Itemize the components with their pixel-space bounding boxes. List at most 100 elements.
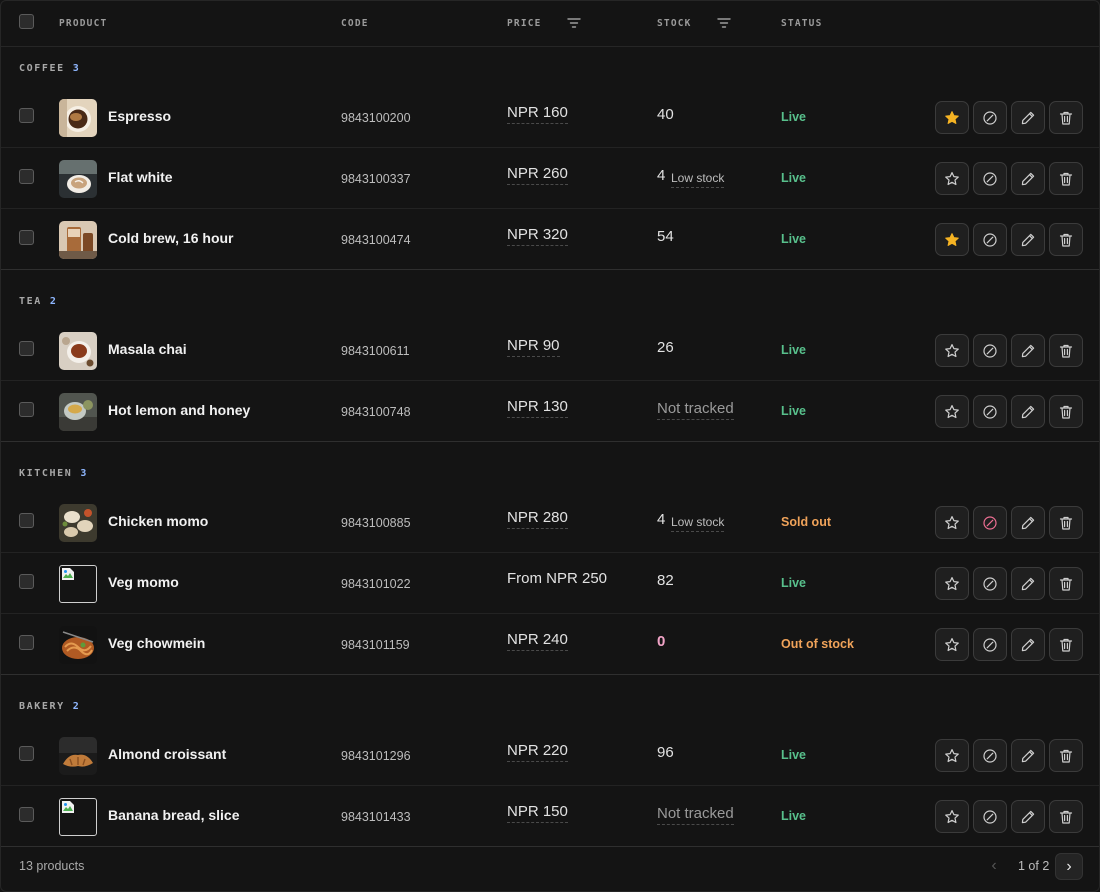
table-row[interactable]: Chicken momo 9843100885 NPR 280 4 Low st…	[1, 492, 1099, 553]
product-price[interactable]: NPR 150	[507, 803, 568, 823]
edit-button[interactable]	[1011, 800, 1045, 833]
edit-button[interactable]	[1011, 506, 1045, 539]
mark-unavailable-button[interactable]	[973, 739, 1007, 772]
product-stock[interactable]: 4	[657, 167, 665, 184]
product-name[interactable]: Almond croissant	[108, 746, 226, 762]
product-stock[interactable]: 96	[657, 744, 674, 761]
mark-unavailable-button[interactable]	[973, 223, 1007, 256]
star-button[interactable]	[935, 800, 969, 833]
edit-button[interactable]	[1011, 628, 1045, 661]
product-price[interactable]: NPR 220	[507, 742, 568, 762]
table-row[interactable]: Veg momo 9843101022 From NPR 250 82 Live	[1, 553, 1099, 614]
mark-unavailable-button[interactable]	[973, 800, 1007, 833]
star-button[interactable]	[935, 628, 969, 661]
product-price[interactable]: NPR 90	[507, 337, 560, 357]
star-button[interactable]	[935, 223, 969, 256]
column-header-price[interactable]: PRICE	[507, 18, 542, 29]
star-button[interactable]	[935, 506, 969, 539]
delete-button[interactable]	[1049, 628, 1083, 661]
row-checkbox-espresso[interactable]	[19, 108, 34, 123]
mark-unavailable-button[interactable]	[973, 395, 1007, 428]
delete-button[interactable]	[1049, 567, 1083, 600]
column-header-status[interactable]: STATUS	[781, 18, 823, 29]
price-filter-icon[interactable]	[567, 17, 581, 29]
edit-button[interactable]	[1011, 162, 1045, 195]
table-row[interactable]: Veg chowmein 9843101159 NPR 240 0 Out of…	[1, 614, 1099, 675]
product-stock[interactable]: Not tracked	[657, 400, 734, 420]
row-checkbox-veg-chowmein[interactable]	[19, 635, 34, 650]
product-name[interactable]: Banana bread, slice	[108, 807, 240, 823]
star-button[interactable]	[935, 334, 969, 367]
product-stock[interactable]: 54	[657, 228, 674, 245]
mark-unavailable-button[interactable]	[973, 334, 1007, 367]
product-stock[interactable]: Not tracked	[657, 805, 734, 825]
product-stock[interactable]: 4	[657, 511, 665, 528]
product-price[interactable]: NPR 260	[507, 165, 568, 185]
delete-button[interactable]	[1049, 223, 1083, 256]
product-name[interactable]: Veg chowmein	[108, 635, 205, 651]
row-checkbox-flat-white[interactable]	[19, 169, 34, 184]
product-stock[interactable]: 26	[657, 339, 674, 356]
product-price[interactable]: NPR 240	[507, 631, 568, 651]
star-button[interactable]	[935, 739, 969, 772]
delete-button[interactable]	[1049, 334, 1083, 367]
stock-filter-icon[interactable]	[717, 17, 731, 29]
row-checkbox-masala-chai[interactable]	[19, 341, 34, 356]
column-header-code[interactable]: CODE	[341, 18, 369, 29]
delete-button[interactable]	[1049, 506, 1083, 539]
product-stock[interactable]: 82	[657, 572, 674, 589]
product-name[interactable]: Cold brew, 16 hour	[108, 230, 234, 246]
product-name[interactable]: Hot lemon and honey	[108, 402, 250, 418]
row-checkbox-almond-croissant[interactable]	[19, 746, 34, 761]
product-name[interactable]: Veg momo	[108, 574, 179, 590]
edit-button[interactable]	[1011, 395, 1045, 428]
edit-button[interactable]	[1011, 334, 1045, 367]
row-checkbox-banana-bread-slice[interactable]	[19, 807, 34, 822]
select-all-checkbox[interactable]	[19, 14, 34, 29]
product-price[interactable]: NPR 280	[507, 509, 568, 529]
product-stock[interactable]: 40	[657, 106, 674, 123]
mark-unavailable-button[interactable]	[973, 101, 1007, 134]
trash-icon	[1059, 172, 1073, 186]
delete-button[interactable]	[1049, 395, 1083, 428]
star-button[interactable]	[935, 395, 969, 428]
delete-button[interactable]	[1049, 739, 1083, 772]
edit-button[interactable]	[1011, 101, 1045, 134]
product-name[interactable]: Masala chai	[108, 341, 187, 357]
table-row[interactable]: Espresso 9843100200 NPR 160 40 Live	[1, 87, 1099, 148]
product-stock[interactable]: 0	[657, 633, 665, 650]
row-checkbox-cold-brew-16-hour[interactable]	[19, 230, 34, 245]
previous-page-button[interactable]: ‹	[983, 854, 1005, 878]
table-row[interactable]: Masala chai 9843100611 NPR 90 26 Live	[1, 320, 1099, 381]
product-name[interactable]: Chicken momo	[108, 513, 208, 529]
row-checkbox-veg-momo[interactable]	[19, 574, 34, 589]
table-row[interactable]: Almond croissant 9843101296 NPR 220 96 L…	[1, 725, 1099, 786]
product-price[interactable]: NPR 160	[507, 104, 568, 124]
table-row[interactable]: Flat white 9843100337 NPR 260 4 Low stoc…	[1, 148, 1099, 209]
star-button[interactable]	[935, 567, 969, 600]
column-header-product[interactable]: PRODUCT	[59, 18, 107, 29]
product-name[interactable]: Espresso	[108, 108, 171, 124]
mark-unavailable-button[interactable]	[973, 567, 1007, 600]
mark-unavailable-button[interactable]	[973, 162, 1007, 195]
product-name[interactable]: Flat white	[108, 169, 173, 185]
table-row[interactable]: Hot lemon and honey 9843100748 NPR 130 N…	[1, 381, 1099, 442]
star-button[interactable]	[935, 101, 969, 134]
edit-button[interactable]	[1011, 223, 1045, 256]
product-price[interactable]: NPR 130	[507, 398, 568, 418]
row-checkbox-chicken-momo[interactable]	[19, 513, 34, 528]
mark-unavailable-button[interactable]	[973, 506, 1007, 539]
edit-button[interactable]	[1011, 567, 1045, 600]
mark-unavailable-button[interactable]	[973, 628, 1007, 661]
delete-button[interactable]	[1049, 101, 1083, 134]
star-button[interactable]	[935, 162, 969, 195]
delete-button[interactable]	[1049, 800, 1083, 833]
product-price[interactable]: NPR 320	[507, 226, 568, 246]
table-row[interactable]: Cold brew, 16 hour 9843100474 NPR 320 54…	[1, 209, 1099, 270]
column-header-stock[interactable]: STOCK	[657, 18, 692, 29]
next-page-button[interactable]: ›	[1055, 853, 1083, 880]
row-checkbox-hot-lemon-and-honey[interactable]	[19, 402, 34, 417]
product-price[interactable]: From NPR 250	[507, 570, 607, 589]
edit-button[interactable]	[1011, 739, 1045, 772]
delete-button[interactable]	[1049, 162, 1083, 195]
